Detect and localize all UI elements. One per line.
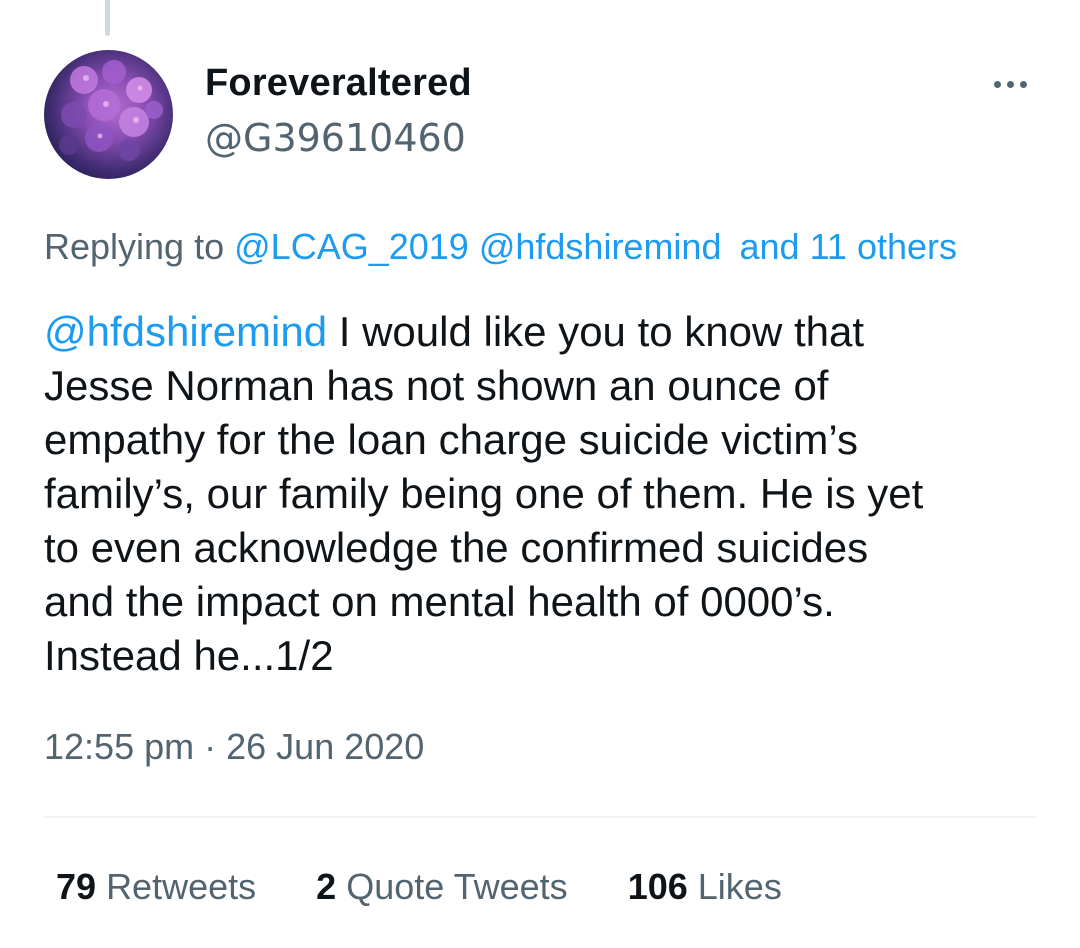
tweet-text-line: @hfdshiremind I would like you to know t… [44, 305, 1044, 359]
tweet-text-segment: I would like you to know that [327, 308, 865, 355]
mention-link[interactable]: @hfdshiremind [44, 308, 327, 355]
timestamp-separator: · [204, 726, 217, 767]
author-handle[interactable]: @G39610460 [205, 116, 466, 160]
quote-tweets-count: 2 [316, 866, 337, 907]
tweet-text-line: to even acknowledge the confirmed suicid… [44, 524, 869, 571]
tweet-body: @hfdshiremind I would like you to know t… [44, 305, 1044, 683]
flower-avatar-image [59, 60, 163, 161]
tweet-text-line: empathy for the loan charge suicide vict… [44, 416, 858, 463]
mention-link[interactable]: @hfdshiremind [479, 226, 722, 267]
tweet-text-line: family’s, our family being one of them. … [44, 470, 924, 517]
quote-tweets-label: Quote Tweets [346, 866, 568, 907]
more-dot [1019, 80, 1027, 88]
likes-count: 106 [627, 866, 688, 907]
avatar[interactable] [44, 50, 173, 179]
replying-to-line: Replying to @LCAG_2019 @hfdshiremind and… [44, 226, 957, 268]
more-dot [993, 80, 1001, 88]
tweet-text-line: and the impact on mental health of 0000’… [44, 578, 835, 625]
replying-to-label: Replying to [44, 226, 225, 267]
likes-label: Likes [697, 866, 782, 907]
retweets-label: Retweets [106, 866, 257, 907]
mention-link[interactable]: @LCAG_2019 [234, 226, 469, 267]
more-horizontal-icon[interactable] [984, 66, 1036, 102]
tweet-text-line: Jesse Norman has not shown an ounce of [44, 362, 829, 409]
tweet-stats: 79 Retweets 2 Quote Tweets 106 Likes [56, 866, 832, 908]
likes-stat[interactable]: 106 Likes [628, 866, 782, 908]
tweet-time: 12:55 pm [44, 726, 195, 767]
divider [44, 816, 1036, 818]
thread-connector-line [105, 0, 110, 36]
tweet-timestamp[interactable]: 12:55 pm · 26 Jun 2020 [44, 726, 424, 768]
retweets-count: 79 [56, 866, 97, 907]
retweets-stat[interactable]: 79 Retweets [56, 866, 256, 908]
tweet-text-line: Instead he...1/2 [44, 632, 334, 679]
more-dot [1006, 80, 1014, 88]
author-display-name[interactable]: Foreveraltered [205, 62, 472, 105]
quote-tweets-stat[interactable]: 2 Quote Tweets [316, 866, 568, 908]
tweet-date: 26 Jun 2020 [226, 726, 425, 767]
others-link[interactable]: and 11 others [740, 226, 958, 267]
